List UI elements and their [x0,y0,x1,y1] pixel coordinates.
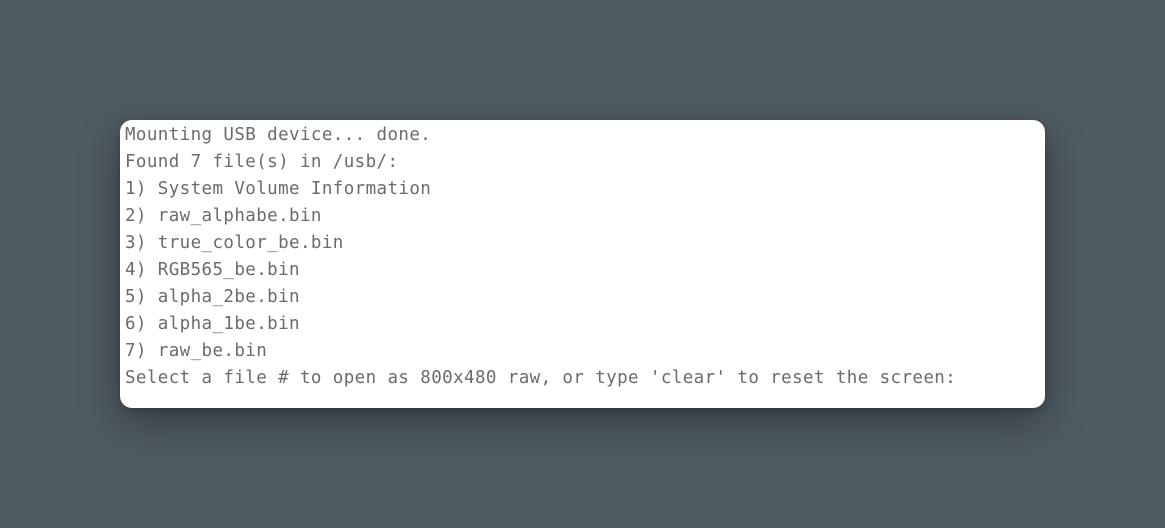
terminal-command-input[interactable] [956,366,1045,391]
terminal-line-file-count: Found 7 file(s) in /usb/: [125,152,399,172]
terminal-prompt-row: Select a file # to open as 800x480 raw, … [125,365,1045,392]
terminal-line-file-1: 1) System Volume Information [125,179,432,199]
terminal-line-file-6: 6) alpha_1be.bin [125,314,300,334]
terminal-line-file-3: 3) true_color_be.bin [125,233,344,253]
terminal-line-file-2: 2) raw_alphabe.bin [125,206,322,226]
terminal-line-file-5: 5) alpha_2be.bin [125,287,300,307]
terminal-line-mount-status: Mounting USB device... done. [125,125,432,145]
terminal-line-file-7: 7) raw_be.bin [125,341,268,361]
terminal-line-file-4: 4) RGB565_be.bin [125,260,300,280]
terminal-prompt: Select a file # to open as 800x480 raw, … [125,368,957,388]
terminal-window[interactable]: Mounting USB device... done. Found 7 fil… [120,120,1045,408]
